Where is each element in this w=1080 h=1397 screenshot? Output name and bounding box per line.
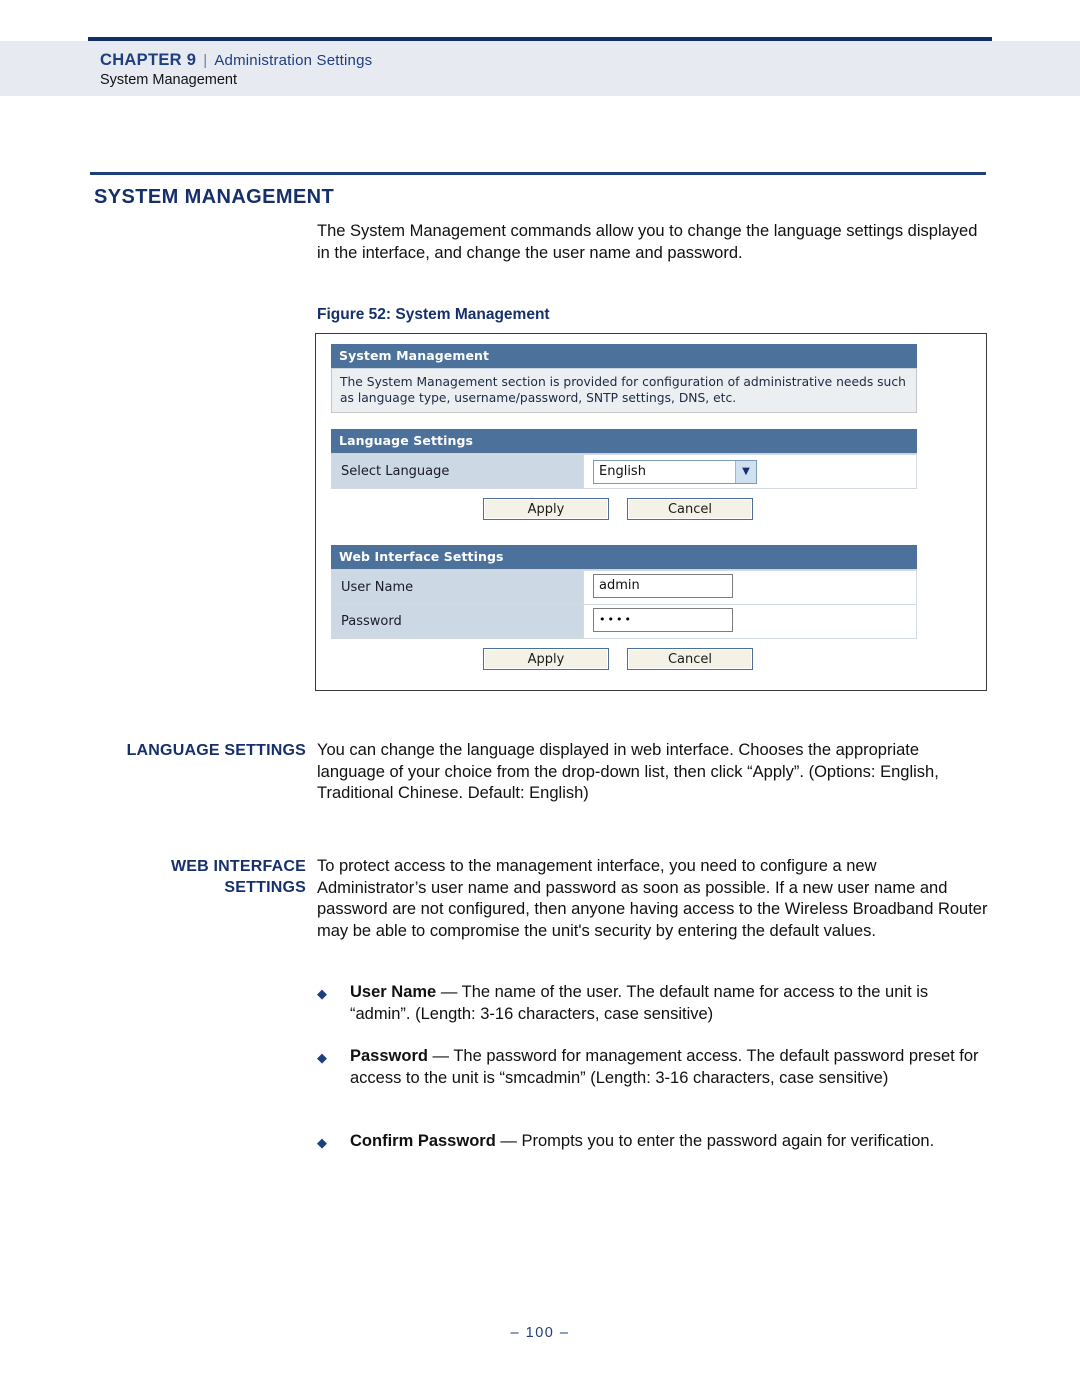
username-label: User Name <box>331 570 584 605</box>
list-item: ◆ Confirm Password — Prompts you to ente… <box>317 1131 989 1153</box>
diamond-bullet-icon: ◆ <box>317 1050 327 1065</box>
language-settings-table: Select Language English ▼ <box>331 454 917 489</box>
side-heading-web-interface-line2: SETTINGS <box>224 879 306 896</box>
bullet-term: Confirm Password <box>350 1132 496 1150</box>
web-interface-settings-table: User Name admin Password •••• <box>331 570 917 639</box>
username-field-cell: admin <box>583 570 917 605</box>
select-language-field-cell: English ▼ <box>583 454 917 489</box>
username-input[interactable]: admin <box>593 573 733 598</box>
bullet-dash: — <box>432 1047 450 1065</box>
page-title: SYSTEM MANAGEMENT <box>94 186 335 208</box>
diamond-bullet-icon: ◆ <box>317 986 327 1001</box>
password-label: Password <box>331 604 584 639</box>
web-interface-button-row: Apply Cancel <box>331 639 917 679</box>
panel-bar-web-interface-settings: Web Interface Settings <box>331 545 917 570</box>
running-header-section: System Management <box>100 72 238 88</box>
select-language-value: English <box>599 464 646 479</box>
side-heading-language-settings: LANGUAGE SETTINGS <box>126 742 306 759</box>
list-item: ◆ User Name — The name of the user. The … <box>317 982 989 1025</box>
chapter-label: CHAPTER 9 <box>100 51 197 69</box>
list-item: ◆ Password — The password for management… <box>317 1046 989 1089</box>
select-language-dropdown[interactable]: English ▼ <box>593 459 757 484</box>
cancel-button-language[interactable]: Cancel <box>627 498 753 520</box>
panel-description-system-management: The System Management section is provide… <box>331 369 917 413</box>
bullet-term: Password <box>350 1047 428 1065</box>
figure-caption: Figure 52: System Management <box>317 306 550 323</box>
page-footer: – 100 – <box>510 1325 570 1341</box>
header-separator: | <box>203 52 208 69</box>
figure-system-management: System Management The System Management … <box>315 333 987 691</box>
chevron-down-icon[interactable]: ▼ <box>735 460 756 483</box>
panel-bar-system-management: System Management <box>331 344 917 369</box>
language-settings-paragraph: You can change the language displayed in… <box>317 741 939 802</box>
running-header-chapter-line: CHAPTER 9 | Administration Settings <box>100 51 372 70</box>
password-input[interactable]: •••• <box>593 607 733 632</box>
bullet-dash: — <box>500 1132 517 1150</box>
panel-gap-1 <box>331 413 917 429</box>
panel-bar-language-settings: Language Settings <box>331 429 917 454</box>
panel-gap-2 <box>331 529 917 545</box>
bullet-text: The name of the user. The default name f… <box>350 983 929 1023</box>
chapter-title: Administration Settings <box>214 52 373 69</box>
bullet-dash: — <box>440 983 458 1001</box>
cancel-button-web-interface[interactable]: Cancel <box>627 648 753 670</box>
select-language-label: Select Language <box>331 454 584 489</box>
table-row: User Name admin <box>331 570 917 605</box>
apply-button-language[interactable]: Apply <box>483 498 609 520</box>
table-row: Select Language English ▼ <box>331 454 917 489</box>
password-field-cell: •••• <box>583 604 917 639</box>
diamond-bullet-icon: ◆ <box>317 1135 327 1150</box>
intro-paragraph: The System Management commands allow you… <box>317 222 978 262</box>
language-settings-button-row: Apply Cancel <box>331 489 917 529</box>
side-heading-web-interface: WEB INTERFACE SETTINGS <box>96 856 306 898</box>
bullet-text: Prompts you to enter the password again … <box>521 1132 935 1150</box>
web-interface-paragraph: To protect access to the management inte… <box>317 857 988 940</box>
table-row: Password •••• <box>331 604 917 639</box>
apply-button-web-interface[interactable]: Apply <box>483 648 609 670</box>
app-screenshot: System Management The System Management … <box>331 344 917 679</box>
section-rule <box>90 172 986 175</box>
bullet-term: User Name <box>350 983 437 1001</box>
side-heading-web-interface-line1: WEB INTERFACE <box>170 858 306 875</box>
